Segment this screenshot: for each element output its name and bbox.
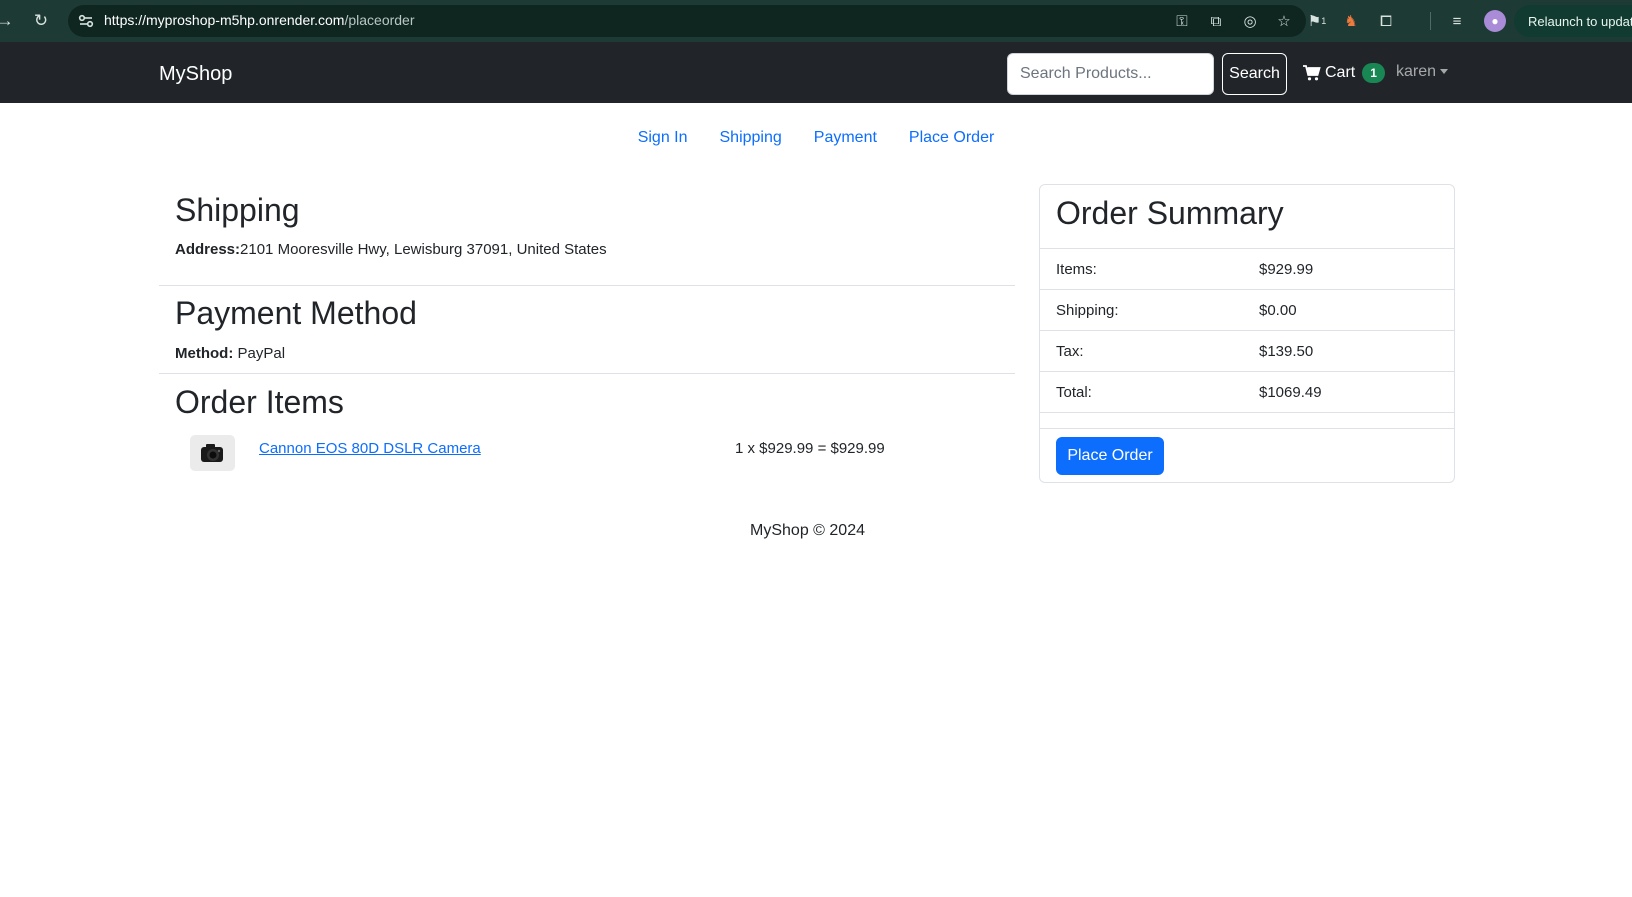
- install-app-icon[interactable]: ⧉: [1206, 11, 1226, 31]
- step-shipping[interactable]: Shipping: [704, 129, 798, 147]
- extension-icon[interactable]: ⚑ 1: [1306, 10, 1328, 32]
- step-payment[interactable]: Payment: [798, 129, 893, 147]
- profile-avatar-icon[interactable]: ●: [1484, 10, 1506, 32]
- product-price-line: 1 x $929.99 = $929.99: [735, 440, 885, 457]
- puzzle-icon[interactable]: ⧠: [1375, 10, 1397, 32]
- order-items-heading: Order Items: [175, 384, 344, 420]
- search-button[interactable]: Search: [1222, 53, 1287, 95]
- toolbar-divider: [1430, 12, 1431, 30]
- bookmark-star-icon[interactable]: ☆: [1274, 11, 1294, 31]
- brand-logo[interactable]: MyShop: [159, 63, 232, 86]
- payment-heading: Payment Method: [175, 295, 417, 331]
- user-menu-dropdown[interactable]: karen: [1396, 63, 1449, 81]
- reload-icon[interactable]: ↻: [30, 10, 52, 32]
- checkout-steps: Sign In Shipping Payment Place Order: [0, 129, 1632, 147]
- site-settings-icon[interactable]: [76, 11, 96, 31]
- reading-list-icon[interactable]: ≡: [1446, 10, 1468, 32]
- shipping-address: Address:2101 Mooresville Hwy, Lewisburg …: [175, 241, 607, 258]
- summary-label: Tax:: [1056, 343, 1084, 360]
- section-divider: [159, 373, 1015, 374]
- chevron-down-icon: [1440, 69, 1449, 75]
- cart-count-badge: 1: [1362, 63, 1385, 83]
- summary-label: Items:: [1056, 261, 1097, 278]
- method-value: PayPal: [237, 345, 286, 362]
- summary-row-shipping: Shipping: $0.00: [1040, 289, 1454, 330]
- place-order-button[interactable]: Place Order: [1056, 437, 1164, 475]
- summary-row-total: Total: $1069.49: [1040, 371, 1454, 412]
- summary-row-tax: Tax: $139.50: [1040, 330, 1454, 371]
- method-label: Method:: [175, 345, 234, 362]
- summary-value: $139.50: [1259, 343, 1314, 360]
- cart-link[interactable]: Cart 1: [1303, 63, 1385, 83]
- address-value: 2101 Mooresville Hwy, Lewisburg 37091, U…: [240, 241, 607, 258]
- section-divider: [159, 285, 1015, 286]
- url-text[interactable]: https://myproshop-m5hp.onrender.com/plac…: [104, 12, 415, 28]
- relaunch-button[interactable]: Relaunch to update: [1514, 5, 1632, 37]
- address-label: Address:: [175, 241, 241, 258]
- summary-label: Total:: [1056, 384, 1092, 401]
- search-input[interactable]: [1007, 53, 1214, 95]
- browser-toolbar: → ↻ https://myproshop-m5hp.onrender.com/…: [0, 0, 1632, 42]
- app-navbar: MyShop Search Cart 1 karen: [0, 42, 1632, 103]
- address-bar[interactable]: https://myproshop-m5hp.onrender.com/plac…: [68, 5, 1306, 37]
- forward-icon[interactable]: →: [0, 10, 16, 32]
- summary-value: $0.00: [1259, 302, 1297, 319]
- summary-row-empty: [1040, 412, 1454, 428]
- product-thumbnail: [190, 435, 235, 471]
- user-name: karen: [1396, 63, 1437, 80]
- step-place-order[interactable]: Place Order: [893, 129, 1010, 147]
- summary-row-items: Items: $929.99: [1040, 248, 1454, 289]
- cart-label: Cart: [1325, 64, 1356, 81]
- payment-method: Method: PayPal: [175, 345, 285, 362]
- summary-value: $929.99: [1259, 261, 1314, 278]
- product-link[interactable]: Cannon EOS 80D DSLR Camera: [259, 440, 481, 457]
- summary-value: $1069.49: [1259, 384, 1322, 401]
- order-summary-card: Order Summary Items: $929.99 Shipping: $…: [1039, 184, 1455, 483]
- footer-text: MyShop © 2024: [750, 522, 865, 539]
- shipping-heading: Shipping: [175, 192, 300, 228]
- key-icon[interactable]: ⚿: [1172, 11, 1192, 31]
- cart-icon: [1303, 65, 1321, 81]
- summary-label: Shipping:: [1056, 302, 1119, 319]
- extension-fox-icon[interactable]: ♞: [1340, 10, 1362, 32]
- step-sign-in[interactable]: Sign In: [622, 129, 704, 147]
- camera-icon: [200, 444, 223, 462]
- eye-off-icon[interactable]: ◎: [1240, 11, 1260, 31]
- order-summary-title: Order Summary: [1056, 195, 1284, 231]
